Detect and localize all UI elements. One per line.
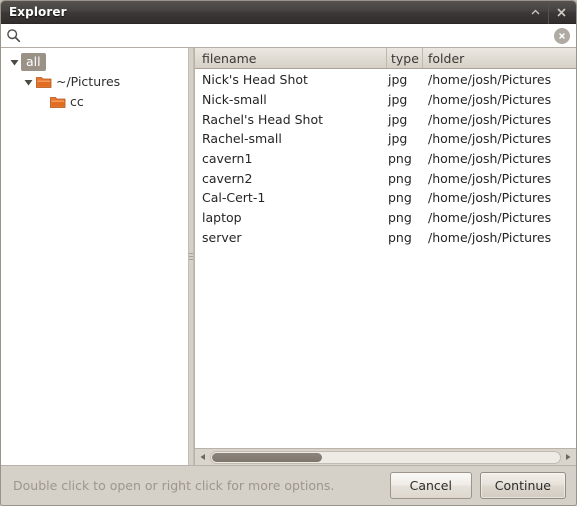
- cell-folder: /home/josh/Pictures: [428, 131, 552, 147]
- tree-item-cc[interactable]: cc: [1, 92, 187, 112]
- cell-type: jpg: [388, 92, 408, 108]
- table-row[interactable]: Rachel-small jpg /home/josh/Pictures: [195, 129, 576, 149]
- title-bar: Explorer: [1, 1, 576, 24]
- cell-type: png: [388, 170, 412, 186]
- cell-type: jpg: [388, 131, 408, 147]
- cell-type: png: [388, 210, 412, 226]
- triangle-right-icon[interactable]: [561, 453, 575, 461]
- column-header-folder[interactable]: folder: [423, 48, 576, 68]
- cell-folder: /home/josh/Pictures: [428, 92, 552, 108]
- main-body: all ~/Pictures cc filename type folder N…: [1, 48, 576, 465]
- folder-icon: [49, 95, 67, 109]
- cell-folder: /home/josh/Pictures: [428, 190, 552, 206]
- folder-icon: [35, 75, 53, 89]
- cell-filename: server: [202, 229, 242, 245]
- triangle-down-icon[interactable]: [21, 77, 35, 88]
- close-icon[interactable]: [548, 1, 574, 24]
- table-row[interactable]: server png /home/josh/Pictures: [195, 228, 576, 248]
- triangle-down-icon[interactable]: [7, 57, 21, 68]
- cell-folder: /home/josh/Pictures: [428, 229, 552, 245]
- table-row[interactable]: laptop png /home/josh/Pictures: [195, 208, 576, 228]
- cell-type: jpg: [388, 111, 408, 127]
- column-header-filename[interactable]: filename: [195, 48, 387, 68]
- file-list-body: Nick's Head Shot jpg /home/josh/Pictures…: [195, 69, 576, 448]
- tree-item-pictures[interactable]: ~/Pictures: [1, 72, 187, 92]
- triangle-left-icon[interactable]: [196, 453, 210, 461]
- cell-folder: /home/josh/Pictures: [428, 151, 552, 167]
- cell-filename: cavern2: [202, 170, 253, 186]
- table-row[interactable]: Rachel's Head Shot jpg /home/josh/Pictur…: [195, 109, 576, 129]
- scrollbar-track[interactable]: [210, 450, 561, 464]
- chevron-up-icon[interactable]: [522, 1, 548, 24]
- folder-tree: all ~/Pictures cc: [1, 48, 188, 465]
- scrollbar-thumb[interactable]: [212, 452, 322, 462]
- search-bar: [1, 24, 576, 48]
- cell-filename: Rachel-small: [202, 131, 282, 147]
- table-row[interactable]: cavern2 png /home/josh/Pictures: [195, 168, 576, 188]
- cell-filename: Nick-small: [202, 92, 267, 108]
- table-row[interactable]: Nick-small jpg /home/josh/Pictures: [195, 90, 576, 110]
- window-title: Explorer: [9, 5, 67, 19]
- tree-item-all[interactable]: all: [1, 52, 187, 72]
- cell-folder: /home/josh/Pictures: [428, 111, 552, 127]
- file-list-header: filename type folder: [195, 48, 576, 69]
- cell-filename: laptop: [202, 210, 242, 226]
- clear-search-icon[interactable]: [554, 27, 570, 44]
- cancel-button[interactable]: Cancel: [389, 472, 472, 499]
- footer-bar: Double click to open or right click for …: [1, 465, 576, 505]
- explorer-window: Explorer all ~/Pictures cc filename type…: [0, 0, 577, 506]
- tree-item-label: cc: [70, 94, 84, 109]
- tree-item-label: all: [21, 53, 46, 71]
- cell-type: png: [388, 229, 412, 245]
- search-input[interactable]: [23, 25, 554, 46]
- cell-filename: Rachel's Head Shot: [202, 111, 324, 127]
- cell-filename: cavern1: [202, 151, 253, 167]
- cell-filename: Cal-Cert-1: [202, 190, 266, 206]
- cell-type: jpg: [388, 72, 408, 88]
- cell-folder: /home/josh/Pictures: [428, 72, 552, 88]
- cell-filename: Nick's Head Shot: [202, 72, 308, 88]
- tree-item-label: ~/Pictures: [56, 74, 121, 89]
- window-controls: [522, 1, 574, 24]
- search-icon: [4, 26, 23, 45]
- table-row[interactable]: Cal-Cert-1 png /home/josh/Pictures: [195, 188, 576, 208]
- file-list-pane: filename type folder Nick's Head Shot jp…: [194, 48, 576, 465]
- cell-type: png: [388, 190, 412, 206]
- status-hint: Double click to open or right click for …: [13, 478, 335, 493]
- cell-folder: /home/josh/Pictures: [428, 170, 552, 186]
- table-row[interactable]: cavern1 png /home/josh/Pictures: [195, 149, 576, 169]
- table-row[interactable]: Nick's Head Shot jpg /home/josh/Pictures: [195, 70, 576, 90]
- cell-folder: /home/josh/Pictures: [428, 210, 552, 226]
- horizontal-scrollbar[interactable]: [195, 448, 576, 465]
- continue-button[interactable]: Continue: [479, 472, 566, 499]
- cell-type: png: [388, 151, 412, 167]
- column-header-type[interactable]: type: [387, 48, 423, 68]
- splitter-grip-icon: [189, 251, 193, 262]
